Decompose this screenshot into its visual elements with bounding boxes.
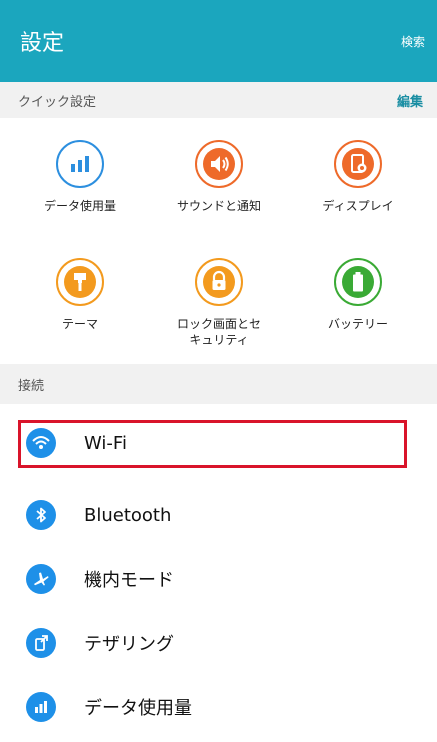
quick-tile-label: ディスプレイ <box>322 199 394 213</box>
connections-header: 接続 <box>0 364 437 404</box>
bluetooth-icon <box>26 500 56 530</box>
list-item-bluetooth[interactable]: Bluetooth <box>0 484 437 546</box>
search-button[interactable]: 検索 <box>401 33 425 50</box>
data-usage-icon <box>26 692 56 722</box>
list-item-wifi[interactable]: Wi-Fi <box>0 412 437 474</box>
list-item-label: データ使用量 <box>84 698 192 719</box>
airplane-icon <box>26 564 56 594</box>
edit-button[interactable]: 編集 <box>397 91 423 110</box>
list-item-label: 機内モード <box>84 570 174 591</box>
lock-icon <box>195 258 243 306</box>
tethering-icon <box>26 628 56 658</box>
display-settings-icon <box>334 140 382 188</box>
app-bar: 設定 検索 <box>0 0 437 82</box>
quick-tile-display[interactable]: ディスプレイ <box>293 140 423 214</box>
volume-icon <box>195 140 243 188</box>
list-item-tethering[interactable]: テザリング <box>0 612 437 674</box>
quick-tile-label: データ使用量 <box>43 199 116 213</box>
quick-tile-label: ロック画面とセ キュリティ <box>176 317 261 347</box>
list-item-label: Wi-Fi <box>84 432 127 454</box>
data-usage-icon <box>56 140 104 188</box>
page-title: 設定 <box>20 31 65 56</box>
list-item-label: テザリング <box>84 634 174 655</box>
quick-tile-label: テーマ <box>61 317 98 331</box>
quick-tile-battery[interactable]: バッテリー <box>293 258 423 332</box>
quick-settings-header: クイック設定 編集 <box>0 82 437 118</box>
connections-label: 接続 <box>18 378 45 394</box>
list-item-label: Bluetooth <box>84 504 172 526</box>
battery-icon <box>334 258 382 306</box>
theme-brush-icon <box>56 258 104 306</box>
list-item-airplane-mode[interactable]: 機内モード <box>0 548 437 610</box>
list-item-data-usage[interactable]: データ使用量 <box>0 676 437 738</box>
quick-tile-data-usage[interactable]: データ使用量 <box>15 140 145 214</box>
quick-tile-label: サウンドと通知 <box>176 199 261 213</box>
quick-settings-label: クイック設定 <box>18 94 97 110</box>
wifi-icon <box>26 428 56 458</box>
quick-tile-theme[interactable]: テーマ <box>15 258 145 332</box>
quick-tile-lock-security[interactable]: ロック画面とセ キュリティ <box>154 258 284 348</box>
quick-tile-sound-notifications[interactable]: サウンドと通知 <box>154 140 284 214</box>
quick-settings-grid: データ使用量 サウンドと通知 ディスプレイ テーマ ロック画面とセ キュリティ … <box>0 118 437 364</box>
quick-tile-label: バッテリー <box>327 317 388 331</box>
